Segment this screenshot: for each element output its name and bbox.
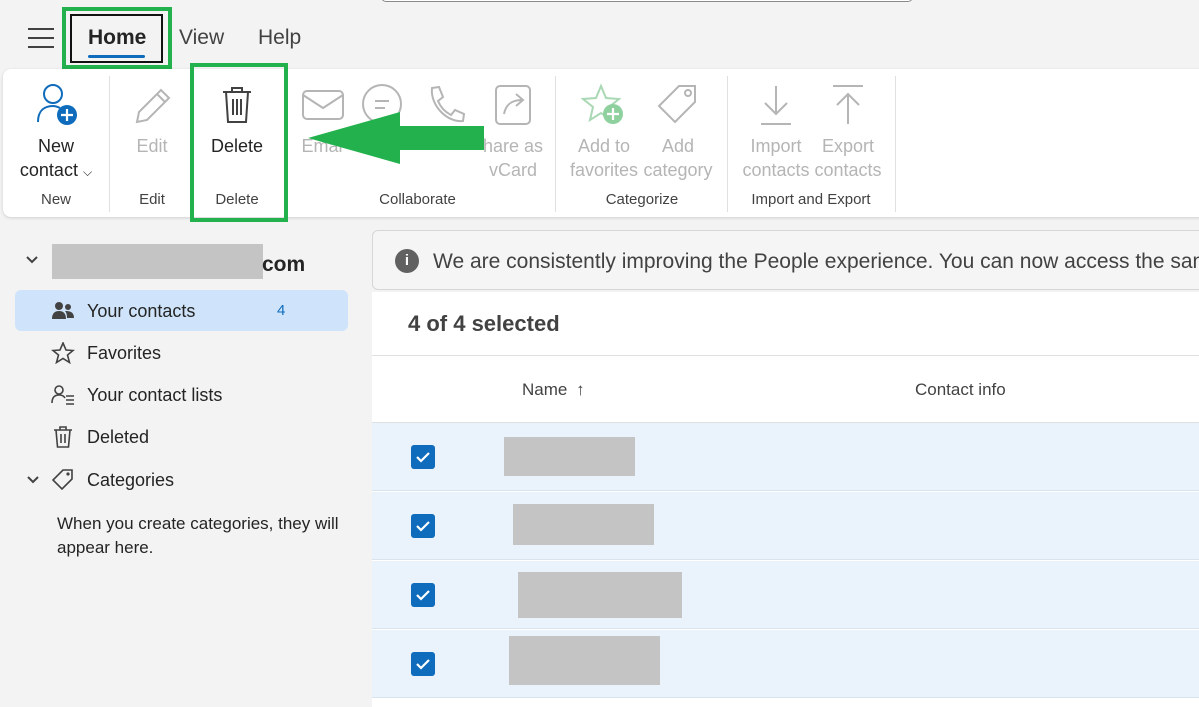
export-label-2: contacts [814,160,882,180]
group-label-edit: Edit [139,191,165,208]
pencil-icon [129,82,175,128]
share-icon [490,82,536,128]
add-to-favorites-button[interactable]: Add to favorites [566,82,642,182]
sidebar: com Your contacts 4 Favorites Your conta… [0,230,360,707]
sidebar-item-label: Your contacts [87,301,196,321]
ribbon-divider [895,76,896,212]
row-checkbox[interactable] [411,652,435,676]
tab-help[interactable]: Help [258,26,301,50]
export-contacts-button[interactable]: Export contacts [812,82,884,182]
new-contact-button[interactable]: New contact ⌵ [10,82,102,184]
add-person-icon [33,82,79,128]
menu-bar: Home View Help [0,10,1199,68]
column-header-name[interactable]: Name ↑ [522,380,585,400]
contact-count-badge: 4 [277,302,286,319]
column-header-contact-info[interactable]: Contact info [915,380,1006,400]
share-vcard-label-2: vCard [488,160,537,180]
hamburger-menu-icon[interactable] [28,28,54,48]
contacts-panel: 4 of 4 selected Name ↑ Contact info [372,292,1199,707]
chevron-down-icon[interactable] [24,252,40,273]
contact-list-icon [51,384,75,406]
add-category-label-2: category [643,160,713,180]
sidebar-item-favorites[interactable]: Favorites [15,332,348,373]
sidebar-item-label: Your contact lists [87,385,223,405]
import-contacts-button[interactable]: Import contacts [740,82,812,182]
account-domain-suffix: com [262,253,306,276]
group-label-new: New [40,191,71,208]
redacted-contact-name [513,504,654,545]
account-header[interactable]: com [22,244,362,280]
add-favorites-label-2: favorites [569,160,639,180]
sidebar-item-contact-lists[interactable]: Your contact lists [15,374,348,415]
info-icon: i [395,249,419,273]
sidebar-item-deleted[interactable]: Deleted [15,416,348,457]
chevron-down-icon: ⌵ [82,165,93,179]
import-label-2: contacts [742,160,810,180]
edit-button[interactable]: Edit [117,82,187,158]
sort-arrow-up-icon: ↑ [576,380,585,399]
sidebar-item-categories[interactable]: Categories [15,459,348,500]
new-contact-label-1: New [37,136,74,156]
new-contact-label-2: contact ⌵ [19,160,93,180]
ribbon-divider [109,76,110,212]
export-icon [825,82,871,128]
import-label-1: Import [750,136,802,156]
table-row[interactable] [372,561,1199,629]
row-checkbox[interactable] [411,514,435,538]
sidebar-item-label: Deleted [87,427,150,447]
categories-empty-message: When you create categories, they will ap… [57,514,339,557]
import-icon [753,82,799,128]
star-add-icon [581,82,627,128]
table-row[interactable] [372,423,1199,491]
divider [372,355,1199,356]
star-icon [50,340,76,365]
redacted-account-name [52,244,263,279]
share-as-vcard-button[interactable]: hare as vCard [478,82,548,182]
group-label-import-export: Import and Export [751,191,871,208]
row-checkbox[interactable] [411,583,435,607]
trash-icon [51,426,75,448]
add-category-button[interactable]: Add category [642,82,714,182]
ribbon-divider [555,76,556,212]
selection-count: 4 of 4 selected [408,311,560,336]
ribbon-divider [727,76,728,212]
add-favorites-label-1: Add to [577,136,631,156]
info-banner: i We are consistently improving the Peop… [372,230,1199,290]
add-category-label-1: Add [661,136,695,156]
people-icon [51,300,75,322]
search-box[interactable] [381,0,913,2]
group-label-collaborate: Collaborate [379,191,456,208]
group-label-categorize: Categorize [605,191,679,208]
tab-view[interactable]: View [179,26,224,50]
edit-label: Edit [136,136,168,156]
table-row[interactable] [372,492,1199,560]
annotation-inner-box-home [70,14,163,63]
redacted-contact-name [504,437,635,476]
export-label-1: Export [821,136,875,156]
table-row[interactable] [372,630,1199,698]
annotation-arrow [308,112,488,169]
redacted-contact-name [518,572,682,618]
annotation-box-delete [190,63,288,222]
sidebar-item-label: Categories [87,470,175,490]
info-banner-text: We are consistently improving the People… [433,250,1199,273]
tag-icon [655,82,701,128]
row-checkbox[interactable] [411,445,435,469]
share-vcard-label-1: hare as [482,136,544,156]
sidebar-item-label: Favorites [87,343,162,363]
sidebar-item-your-contacts[interactable]: Your contacts 4 [15,290,348,331]
tag-icon [51,469,75,491]
chevron-down-icon[interactable] [25,472,41,493]
redacted-contact-name [509,636,660,685]
